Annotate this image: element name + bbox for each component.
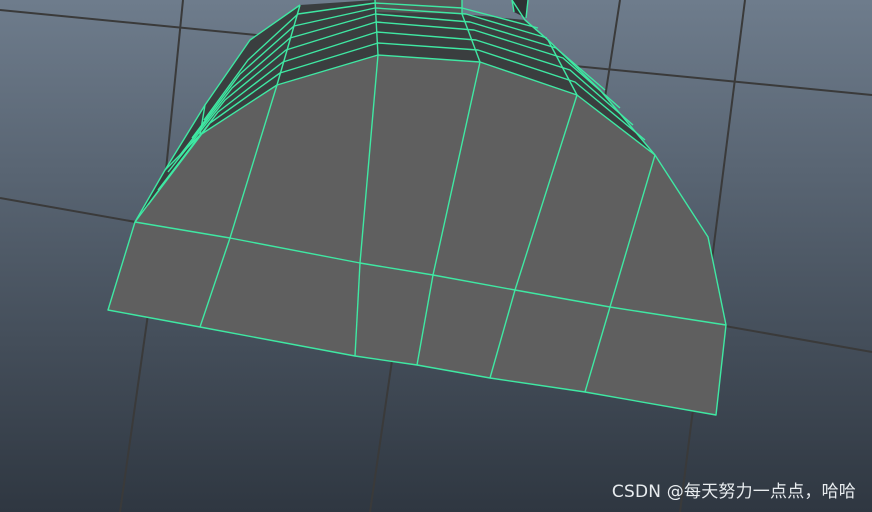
viewport-canvas[interactable] [0,0,872,512]
maya-viewport[interactable]: CSDN @每天努力一点点，哈哈 [0,0,872,512]
csdn-watermark: CSDN @每天努力一点点，哈哈 [611,482,856,502]
